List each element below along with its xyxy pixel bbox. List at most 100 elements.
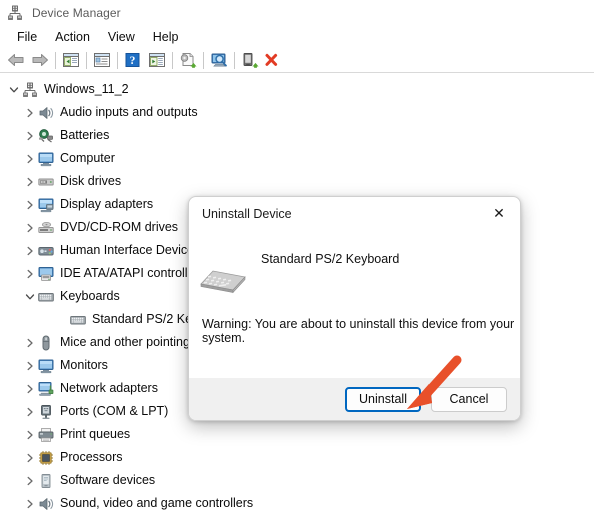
dvd-drive-icon — [38, 220, 54, 236]
tree-item-label: Human Interface Devices — [60, 243, 201, 257]
processor-icon — [38, 450, 54, 466]
mouse-icon — [38, 335, 54, 351]
tree-item-label: IDE ATA/ATAPI controllers — [60, 266, 205, 280]
uninstall-device-dialog: Uninstall Device ✕ Standard PS/2 Keyboar… — [188, 196, 521, 421]
tree-item[interactable]: Windows_11_2 — [0, 78, 594, 101]
tree-item-label: Software devices — [60, 473, 156, 487]
chevron-right-icon[interactable] — [22, 400, 38, 423]
uninstall-device-icon[interactable] — [262, 49, 286, 71]
disk-drive-icon — [38, 174, 54, 190]
keyboard-icon — [38, 289, 54, 305]
menu-bar: File Action View Help — [0, 26, 594, 48]
tree-item-label: Ports (COM & LPT) — [60, 404, 169, 418]
chevron-right-icon[interactable] — [22, 101, 38, 124]
tree-item-label: Computer — [60, 151, 115, 165]
dialog-footer: Uninstall Cancel — [189, 378, 520, 420]
display-adapter-icon — [38, 197, 54, 213]
monitor-icon — [38, 151, 54, 167]
window-title: Device Manager — [32, 6, 121, 20]
device-manager-icon — [7, 5, 23, 21]
menu-action[interactable]: Action — [46, 28, 99, 47]
chevron-right-icon[interactable] — [22, 239, 38, 262]
tree-item-label: Sound, video and game controllers — [60, 496, 254, 510]
tree-item-label: Windows_11_2 — [44, 82, 129, 96]
scan-hardware-changes-icon[interactable] — [207, 49, 231, 71]
disable-device-icon[interactable] — [238, 49, 262, 71]
toolbar-separator — [234, 51, 235, 69]
toolbar-separator — [203, 51, 204, 69]
cancel-button[interactable]: Cancel — [431, 386, 507, 412]
dialog-title: Uninstall Device — [202, 206, 292, 221]
tree-item[interactable]: Software devices — [0, 469, 594, 492]
chevron-right-icon[interactable] — [22, 193, 38, 216]
software-device-icon — [38, 473, 54, 489]
chevron-down-icon[interactable] — [6, 78, 22, 101]
menu-view[interactable]: View — [99, 28, 144, 47]
chevron-down-icon[interactable] — [22, 285, 38, 308]
toolbar-separator — [86, 51, 87, 69]
monitor-icon — [38, 358, 54, 374]
chevron-right-icon[interactable] — [22, 469, 38, 492]
window-titlebar: Device Manager — [0, 0, 594, 26]
menu-help[interactable]: Help — [144, 28, 188, 47]
tree-item[interactable]: Print queues — [0, 423, 594, 446]
chevron-right-icon[interactable] — [22, 492, 38, 510]
keyboard-icon — [70, 312, 86, 328]
chevron-right-icon[interactable] — [22, 170, 38, 193]
tree-item-label: Audio inputs and outputs — [60, 105, 198, 119]
dialog-body: Standard PS/2 Keyboard Warning: You are … — [189, 230, 520, 378]
speaker-icon — [38, 496, 54, 510]
chevron-right-icon[interactable] — [22, 354, 38, 377]
update-driver-icon[interactable] — [176, 49, 200, 71]
chevron-right-icon[interactable] — [22, 331, 38, 354]
tree-item-label: Batteries — [60, 128, 110, 142]
uninstall-button[interactable]: Uninstall — [345, 386, 421, 412]
tree-item-label: Print queues — [60, 427, 131, 441]
device-row: Standard PS/2 Keyboard — [189, 230, 520, 297]
toolbar-separator — [117, 51, 118, 69]
tree-item-label: Display adapters — [60, 197, 154, 211]
device-name: Standard PS/2 Keyboard — [261, 252, 400, 266]
chevron-right-icon[interactable] — [22, 216, 38, 239]
properties-icon[interactable] — [90, 49, 114, 71]
help-icon[interactable]: ? — [121, 49, 145, 71]
close-icon[interactable]: ✕ — [478, 197, 520, 230]
printer-icon — [38, 427, 54, 443]
tree-item[interactable]: Processors — [0, 446, 594, 469]
hid-icon — [38, 243, 54, 259]
menu-file[interactable]: File — [8, 28, 46, 47]
tree-item[interactable]: Audio inputs and outputs — [0, 101, 594, 124]
tree-item[interactable]: Disk drives — [0, 170, 594, 193]
chevron-right-icon[interactable] — [22, 423, 38, 446]
toolbar-separator — [55, 51, 56, 69]
back-icon[interactable] — [4, 49, 28, 71]
computer-root-icon — [22, 82, 38, 98]
toolbar: ? — [0, 48, 594, 73]
chevron-right-icon[interactable] — [22, 262, 38, 285]
forward-icon[interactable] — [28, 49, 52, 71]
ide-controller-icon — [38, 266, 54, 282]
speaker-icon — [38, 105, 54, 121]
tree-item-label: Network adapters — [60, 381, 158, 395]
chevron-right-icon[interactable] — [22, 446, 38, 469]
tree-item[interactable]: Batteries — [0, 124, 594, 147]
port-icon — [38, 404, 54, 420]
tree-item-label: Disk drives — [60, 174, 122, 188]
chevron-right-icon[interactable] — [22, 124, 38, 147]
tree-item-label: Processors — [60, 450, 123, 464]
chevron-right-icon[interactable] — [22, 377, 38, 400]
tree-item-label: Monitors — [60, 358, 108, 372]
show-hide-action-pane-icon[interactable] — [145, 49, 169, 71]
chevron-right-icon[interactable] — [22, 147, 38, 170]
show-hide-console-tree-icon[interactable] — [59, 49, 83, 71]
dialog-titlebar: Uninstall Device ✕ — [189, 197, 520, 230]
tree-item-label: DVD/CD-ROM drives — [60, 220, 179, 234]
svg-text:?: ? — [130, 55, 136, 67]
tree-item[interactable]: Computer — [0, 147, 594, 170]
battery-icon — [38, 128, 54, 144]
tree-item[interactable]: Sound, video and game controllers — [0, 492, 594, 510]
toolbar-separator — [172, 51, 173, 69]
warning-text: Warning: You are about to uninstall this… — [202, 317, 515, 345]
keyboard-icon — [197, 263, 249, 297]
